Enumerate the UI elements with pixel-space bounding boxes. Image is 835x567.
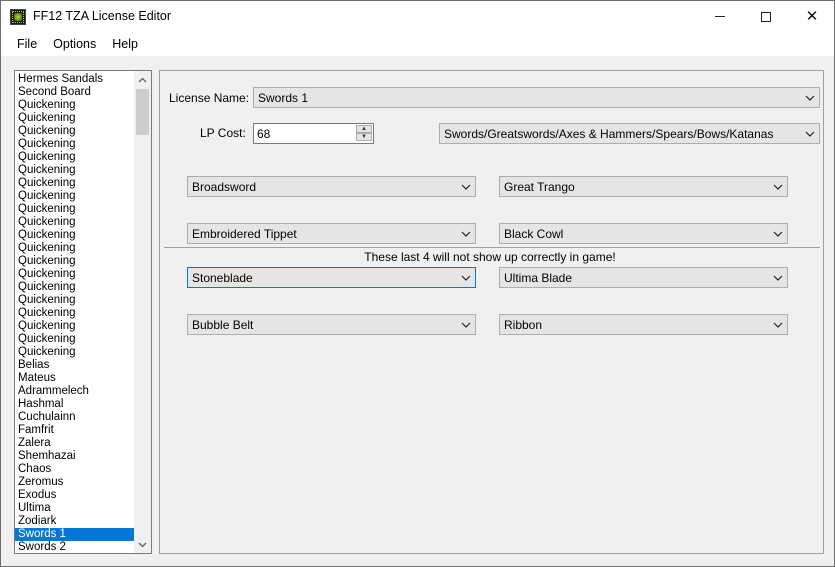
- license-name-value: Swords 1: [258, 90, 309, 105]
- list-item[interactable]: Zeromus: [15, 476, 135, 489]
- list-item[interactable]: Quickening: [15, 242, 135, 255]
- app-icon: [10, 9, 26, 25]
- list-item[interactable]: Quickening: [15, 320, 135, 333]
- close-button[interactable]: ✕: [789, 1, 835, 32]
- list-item[interactable]: Quickening: [15, 281, 135, 294]
- list-item[interactable]: Quickening: [15, 177, 135, 190]
- list-item[interactable]: Quickening: [15, 203, 135, 216]
- extra-item-4-value: Ribbon: [504, 317, 543, 332]
- list-item[interactable]: Quickening: [15, 138, 135, 151]
- list-item[interactable]: Mateus: [15, 372, 135, 385]
- chevron-down-icon: [801, 88, 819, 107]
- list-scrollbar[interactable]: [134, 71, 151, 553]
- item-dropdown-1[interactable]: Broadsword: [187, 176, 476, 197]
- list-item[interactable]: Quickening: [15, 216, 135, 229]
- list-item[interactable]: Quickening: [15, 151, 135, 164]
- item-1-value: Broadsword: [192, 179, 257, 194]
- extra-item-dropdown-3[interactable]: Bubble Belt: [187, 314, 476, 335]
- list-item[interactable]: Quickening: [15, 268, 135, 281]
- lp-cost-label: LP Cost:: [200, 126, 246, 140]
- window-title: FF12 TZA License Editor: [33, 9, 172, 23]
- chevron-up-icon: [138, 77, 147, 82]
- list-item[interactable]: Hashmal: [15, 398, 135, 411]
- chevron-down-icon: [801, 124, 819, 143]
- menu-bar: File Options Help: [1, 32, 834, 56]
- list-item[interactable]: Quickening: [15, 255, 135, 268]
- lp-cost-up-button[interactable]: ▲: [356, 125, 372, 133]
- list-item[interactable]: Shemhazai: [15, 450, 135, 463]
- list-item[interactable]: Chaos: [15, 463, 135, 476]
- chevron-down-icon: [769, 177, 787, 196]
- minimize-icon: [715, 16, 725, 17]
- extra-item-1-value: Stoneblade: [192, 270, 253, 285]
- title-bar[interactable]: FF12 TZA License Editor ✕: [1, 1, 834, 32]
- list-item[interactable]: Cuchulainn: [15, 411, 135, 424]
- license-name-label: License Name:: [169, 91, 250, 105]
- extra-item-dropdown-1[interactable]: Stoneblade: [187, 267, 476, 288]
- list-item[interactable]: Exodus: [15, 489, 135, 502]
- minimize-button[interactable]: [697, 1, 743, 32]
- extra-item-dropdown-2[interactable]: Ultima Blade: [499, 267, 788, 288]
- list-item[interactable]: Quickening: [15, 333, 135, 346]
- list-item[interactable]: Quickening: [15, 190, 135, 203]
- lp-cost-down-button[interactable]: ▼: [356, 133, 372, 141]
- menu-options[interactable]: Options: [45, 37, 104, 51]
- chevron-down-icon: [138, 542, 147, 547]
- list-item[interactable]: Adrammelech: [15, 385, 135, 398]
- scroll-down-button[interactable]: [134, 536, 151, 553]
- chevron-down-icon: [457, 268, 475, 287]
- extra-item-3-value: Bubble Belt: [192, 317, 254, 332]
- list-item[interactable]: Hermes Sandals: [15, 73, 135, 86]
- license-name-dropdown[interactable]: Swords 1: [253, 87, 820, 108]
- item-2-value: Great Trango: [504, 179, 575, 194]
- item-dropdown-3[interactable]: Embroidered Tippet: [187, 223, 476, 244]
- main-window: FF12 TZA License Editor ✕ File Options H…: [0, 0, 835, 567]
- list-item[interactable]: Famfrit: [15, 424, 135, 437]
- list-item[interactable]: Quickening: [15, 294, 135, 307]
- list-item[interactable]: Zalera: [15, 437, 135, 450]
- list-item[interactable]: Quickening: [15, 229, 135, 242]
- extra-item-dropdown-4[interactable]: Ribbon: [499, 314, 788, 335]
- chevron-down-icon: [769, 315, 787, 334]
- license-list[interactable]: Hermes Sandals Second Board Quickening Quic…: [14, 70, 152, 554]
- maximize-icon: [761, 11, 771, 22]
- license-editor-panel: License Name: Swords 1 LP Cost: ▲ ▼ Swor…: [159, 70, 824, 554]
- list-item[interactable]: Zodiark: [15, 515, 135, 528]
- list-item[interactable]: Swords 2: [15, 541, 135, 553]
- maximize-button[interactable]: [743, 1, 789, 32]
- category-value: Swords/Greatswords/Axes & Hammers/Spears…: [444, 126, 774, 141]
- category-dropdown[interactable]: Swords/Greatswords/Axes & Hammers/Spears…: [439, 123, 820, 144]
- extra-item-2-value: Ultima Blade: [504, 270, 573, 285]
- lp-cost-input[interactable]: [256, 126, 352, 141]
- chevron-down-icon: [769, 268, 787, 287]
- list-item[interactable]: Quickening: [15, 112, 135, 125]
- menu-help[interactable]: Help: [104, 37, 146, 51]
- close-icon: ✕: [805, 7, 819, 25]
- warning-text: These last 4 will not show up correctly …: [364, 250, 616, 264]
- item-dropdown-4[interactable]: Black Cowl: [499, 223, 788, 244]
- list-item[interactable]: Second Board: [15, 86, 135, 99]
- chevron-down-icon: [457, 177, 475, 196]
- lp-cost-stepper[interactable]: ▲ ▼: [253, 123, 374, 144]
- list-item[interactable]: Belias: [15, 359, 135, 372]
- list-item[interactable]: Swords 1: [15, 528, 135, 541]
- list-item[interactable]: Quickening: [15, 346, 135, 359]
- item-3-value: Embroidered Tippet: [192, 226, 297, 241]
- section-divider: [164, 247, 820, 248]
- item-4-value: Black Cowl: [504, 226, 564, 241]
- scroll-up-button[interactable]: [134, 71, 151, 88]
- list-item[interactable]: Quickening: [15, 125, 135, 138]
- scroll-thumb[interactable]: [136, 89, 149, 135]
- list-item[interactable]: Quickening: [15, 307, 135, 320]
- chevron-down-icon: [457, 315, 475, 334]
- menu-file[interactable]: File: [9, 37, 45, 51]
- list-item[interactable]: Quickening: [15, 99, 135, 112]
- item-dropdown-2[interactable]: Great Trango: [499, 176, 788, 197]
- list-item[interactable]: Quickening: [15, 164, 135, 177]
- chevron-down-icon: [769, 224, 787, 243]
- license-list-items: Hermes Sandals Second Board Quickening Quic…: [15, 73, 135, 553]
- list-item[interactable]: Ultima: [15, 502, 135, 515]
- chevron-down-icon: [457, 224, 475, 243]
